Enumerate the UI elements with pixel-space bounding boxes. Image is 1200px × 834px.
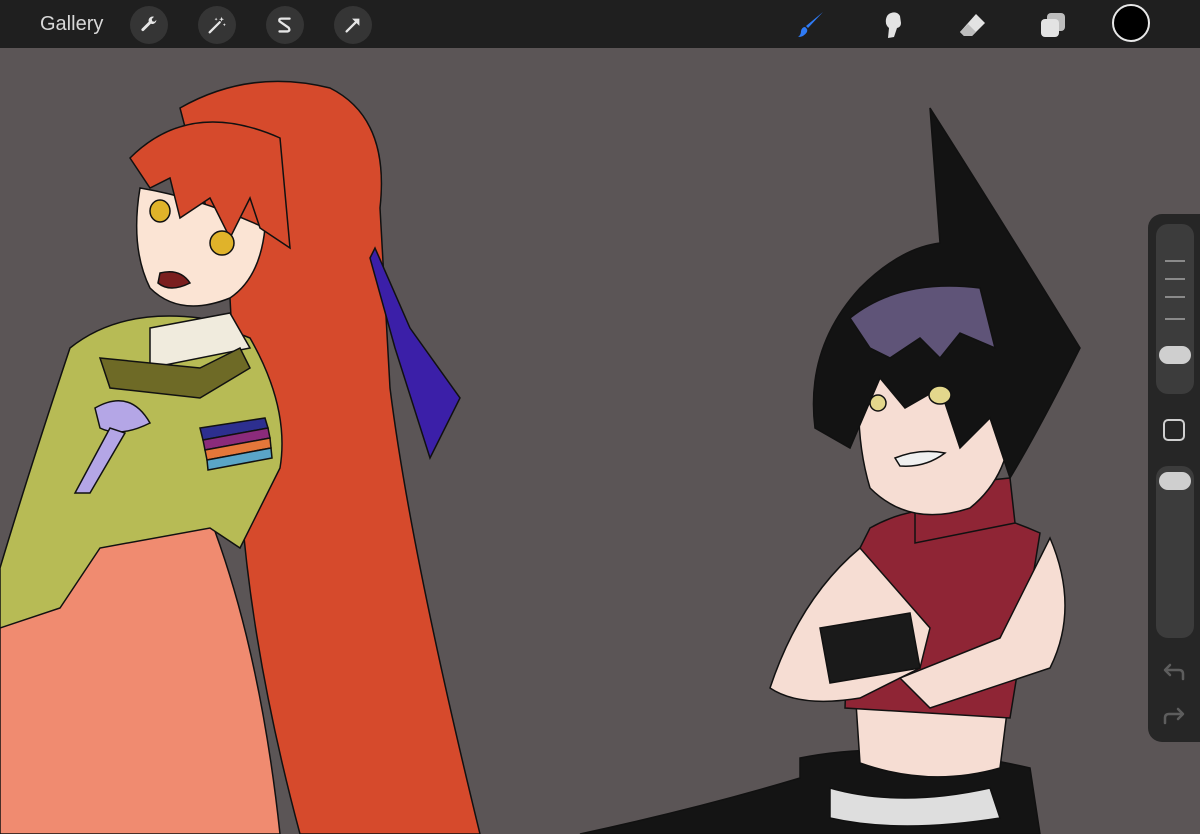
sidebar-panel xyxy=(1148,214,1200,742)
procreate-app: Gallery xyxy=(0,0,1200,834)
wrench-icon[interactable] xyxy=(130,6,168,44)
drawing-canvas[interactable] xyxy=(0,48,1200,834)
size-tick xyxy=(1165,278,1185,280)
smudge-icon[interactable] xyxy=(874,6,912,44)
size-tick xyxy=(1165,318,1185,320)
layers-icon[interactable] xyxy=(1034,6,1072,44)
brush-icon[interactable] xyxy=(792,6,830,44)
selection-s-icon[interactable] xyxy=(266,6,304,44)
gallery-button[interactable]: Gallery xyxy=(40,12,103,36)
eraser-icon[interactable] xyxy=(954,6,992,44)
size-tick xyxy=(1165,296,1185,298)
brush-size-slider[interactable] xyxy=(1156,224,1194,394)
top-toolbar: Gallery xyxy=(0,0,1200,48)
opacity-thumb[interactable] xyxy=(1159,472,1191,490)
modify-button[interactable] xyxy=(1163,419,1185,441)
magic-wand-icon[interactable] xyxy=(198,6,236,44)
brush-size-thumb[interactable] xyxy=(1159,346,1191,364)
transform-arrow-icon[interactable] xyxy=(334,6,372,44)
opacity-slider[interactable] xyxy=(1156,466,1194,638)
color-picker-button[interactable] xyxy=(1112,4,1150,42)
undo-icon[interactable] xyxy=(1161,662,1187,684)
size-tick xyxy=(1165,260,1185,262)
redo-icon[interactable] xyxy=(1161,706,1187,728)
